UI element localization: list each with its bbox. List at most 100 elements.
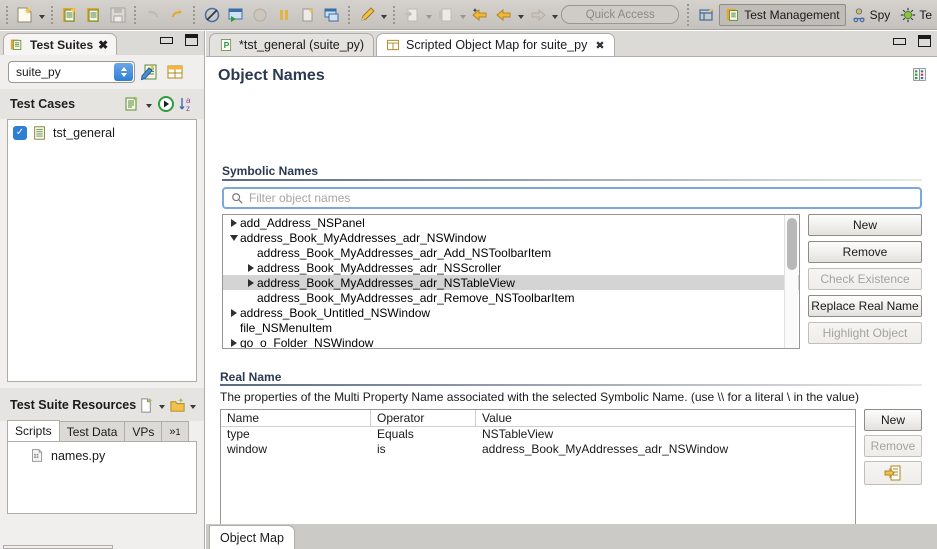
pencil-icon[interactable] [355,3,379,27]
new-folder-icon[interactable] [169,397,186,414]
forward-dropdown-arrow[interactable] [550,4,560,26]
tree-row[interactable]: address_Book_MyAddresses_adr_Remove_NSTo… [223,290,799,305]
step-into-icon[interactable] [400,3,424,27]
new-button[interactable]: New [808,214,922,236]
back-icon[interactable] [492,3,516,27]
step-icon[interactable] [296,3,320,27]
minimize-icon[interactable] [160,37,173,44]
chevron-updown-icon[interactable] [114,63,133,81]
list-item[interactable]: names.py [8,446,196,465]
chevron-right-icon[interactable] [244,264,257,272]
filter-object-names-input[interactable]: Filter object names [222,187,922,209]
chevron-right-icon[interactable] [227,339,240,347]
new-icon[interactable] [13,3,37,27]
editor-tab-tst-general[interactable]: P *tst_general (suite_py) [209,33,374,56]
step-return-dropdown-arrow[interactable] [458,4,468,26]
new-file-icon[interactable] [138,397,155,414]
tree-row[interactable]: address_Book_MyAddresses_adr_Add_NSToolb… [223,245,799,260]
maximize-icon[interactable] [918,35,931,47]
toolbar-grip-3[interactable] [132,5,139,25]
tree-scrollbar[interactable] [784,215,798,348]
new-test-case-icon[interactable] [58,3,82,27]
maximize-icon[interactable] [185,34,198,46]
toolbar-grip-2[interactable] [49,5,56,25]
new-test-case-icon[interactable] [123,95,141,113]
tab-scripts[interactable]: Scripts [7,420,60,441]
close-icon[interactable]: ✖ [98,38,108,52]
test-cases-list[interactable]: ✓ tst_general [7,119,197,382]
toolbar-grip-5[interactable] [346,5,353,25]
undo-icon[interactable] [141,3,165,27]
tab-vps[interactable]: VPs [124,421,162,441]
left-panel: Test Suites ✖ suite_py [0,31,205,549]
close-icon[interactable]: ✖ [595,39,604,52]
window-icon[interactable] [320,3,344,27]
tree-row[interactable]: file_NSMenuItem [223,320,799,335]
run-test-case-icon[interactable] [157,95,175,113]
tab-overflow[interactable]: »1 [161,421,188,441]
check-existence-button: Check Existence [808,268,922,290]
toolbar-grip[interactable] [4,5,11,25]
minimize-icon[interactable] [893,38,906,45]
table-row[interactable]: window is address_Book_MyAddresses_adr_N… [221,442,855,457]
chevron-down-icon[interactable] [227,235,240,241]
open-perspective-icon[interactable] [695,3,719,27]
perspective-spy[interactable]: Spy [846,4,896,26]
step-return-icon[interactable] [434,3,458,27]
tab-test-data[interactable]: Test Data [59,421,126,441]
resources-list[interactable]: names.py [7,442,197,514]
toolbar-grip-6[interactable] [391,5,398,25]
sort-az-icon[interactable]: a z [178,95,196,113]
paste-icon[interactable] [82,3,106,27]
tree-row-selected[interactable]: address_Book_MyAddresses_adr_NSTableView [223,275,799,290]
symbolic-names-tree[interactable]: add_Address_NSPanel address_Book_MyAddre… [222,214,800,349]
table-row[interactable]: type Equals NSTableView [221,427,855,442]
new-folder-dropdown-arrow[interactable] [188,394,198,416]
forward-icon[interactable] [526,3,550,27]
column-header-name[interactable]: Name [221,410,371,426]
remove-button[interactable]: Remove [808,241,922,263]
no-run-icon[interactable] [200,3,224,27]
editor-tab-object-map[interactable]: Scripted Object Map for suite_py ✖ [376,33,615,56]
chevron-right-icon[interactable] [227,219,240,227]
suite-properties-icon[interactable] [165,62,185,82]
perspective-test-management[interactable]: Test Management [719,4,845,26]
redo-icon[interactable] [165,3,189,27]
suite-combo[interactable]: suite_py [8,61,135,83]
edit-suite-icon[interactable] [140,62,160,82]
step-into-dropdown-arrow[interactable] [424,4,434,26]
new-property-button[interactable]: New [864,409,922,431]
view-tab-test-suites[interactable]: Test Suites ✖ [3,33,117,55]
testing-icon [900,7,916,23]
new-file-dropdown-arrow[interactable] [157,394,167,416]
column-header-operator[interactable]: Operator [371,410,476,426]
save-icon[interactable] [106,3,130,27]
quick-access-search[interactable]: Quick Access [561,5,679,24]
tree-row[interactable]: address_Book_MyAddresses_adr_NSScroller [223,260,799,275]
main-toolbar: Quick Access Test Management [0,0,937,30]
chevron-right-icon[interactable] [244,279,257,287]
toolbar-grip-4[interactable] [191,5,198,25]
object-map-legend-icon[interactable] [912,67,927,82]
pause-icon[interactable] [272,3,296,27]
record-icon[interactable] [248,3,272,27]
back-yellow-icon[interactable] [468,3,492,27]
chevron-right-icon[interactable] [227,309,240,317]
cell-operator: is [371,442,476,457]
new-dropdown-arrow[interactable] [37,4,47,26]
replace-real-name-button[interactable]: Replace Real Name [808,295,922,317]
back-dropdown-arrow[interactable] [516,4,526,26]
tree-row[interactable]: go_o_Folder_NSWindow [223,335,799,349]
checkbox-checked-icon[interactable]: ✓ [13,126,27,140]
tree-row[interactable]: add_Address_NSPanel [223,215,799,230]
tree-row[interactable]: address_Book_MyAddresses_adr_NSWindow [223,230,799,245]
column-header-value[interactable]: Value [476,410,855,426]
run-icon[interactable] [224,3,248,27]
perspective-testing[interactable]: Te [895,4,937,26]
pencil-dropdown-arrow[interactable] [379,4,389,26]
tree-row[interactable]: address_Book_Untitled_NSWindow [223,305,799,320]
scrollbar-thumb[interactable] [787,218,797,270]
list-item[interactable]: ✓ tst_general [8,123,196,143]
new-test-case-dropdown-arrow[interactable] [144,93,154,115]
tab-object-map[interactable]: Object Map [209,525,295,549]
